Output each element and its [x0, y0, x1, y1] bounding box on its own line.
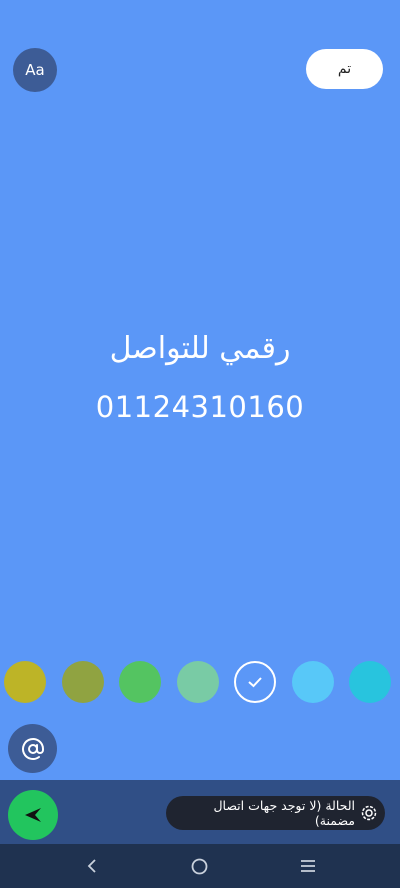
at-icon: [21, 737, 44, 760]
status-audience-chip[interactable]: الحالة (لا توجد جهات اتصال مضمنة): [166, 796, 385, 830]
font-style-label: Aa: [25, 61, 45, 79]
color-swatch[interactable]: [349, 661, 391, 703]
status-audience-label: الحالة (لا توجد جهات اتصال مضمنة): [213, 798, 355, 828]
home-circle-icon[interactable]: [191, 858, 208, 875]
send-button[interactable]: [8, 790, 58, 840]
done-button[interactable]: تم: [306, 49, 383, 89]
done-label: تم: [337, 61, 352, 77]
color-swatch[interactable]: [234, 661, 276, 703]
back-chevron-icon[interactable]: [84, 858, 100, 874]
send-arrow-icon: [25, 808, 41, 822]
recents-lines-icon[interactable]: [299, 858, 317, 874]
checkmark-icon: [248, 677, 262, 688]
status-text-line-1: رقمي للتواصل: [109, 331, 291, 366]
color-palette: [4, 661, 396, 703]
font-style-button[interactable]: Aa: [13, 48, 57, 92]
color-swatch[interactable]: [61, 661, 104, 703]
color-swatch[interactable]: [4, 661, 46, 703]
color-swatch[interactable]: [119, 661, 161, 703]
mention-button[interactable]: [8, 724, 57, 773]
system-navigation-bar: [0, 844, 400, 888]
status-ring-icon: [361, 805, 377, 821]
color-swatch[interactable]: [176, 661, 219, 703]
status-text-area[interactable]: رقمي للتواصل 01124310160: [0, 325, 400, 431]
color-swatch[interactable]: [291, 661, 334, 703]
status-text-line-2: 01124310160: [95, 390, 305, 424]
